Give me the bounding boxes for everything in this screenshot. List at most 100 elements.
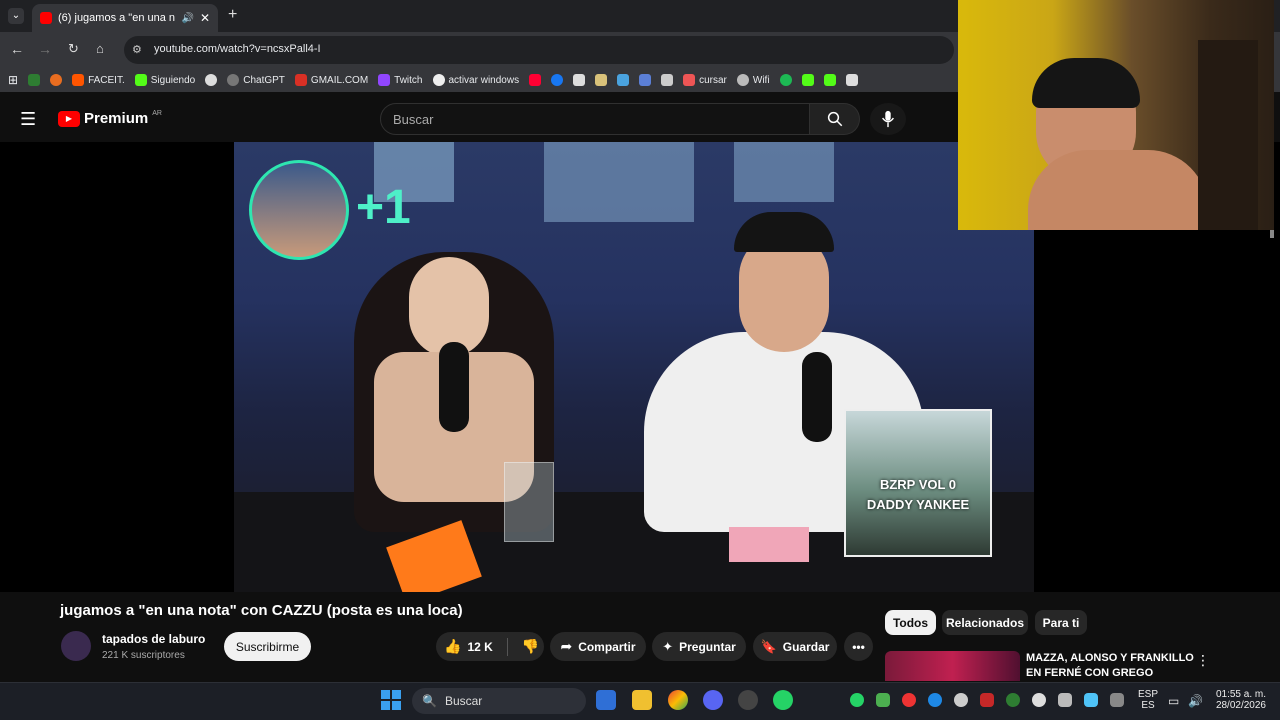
scrollbar-thumb[interactable]	[1270, 230, 1274, 238]
ask-button[interactable]: ✦ Preguntar	[652, 632, 746, 661]
search-button[interactable]	[810, 103, 860, 135]
share-button[interactable]: ➦ Compartir	[550, 632, 646, 661]
tab-close-icon[interactable]: ✕	[200, 11, 210, 25]
reload-icon[interactable]: ↻	[68, 41, 79, 57]
voice-search-button[interactable]	[870, 103, 906, 135]
search-input[interactable]: Buscar	[380, 103, 810, 135]
apps-grid-icon[interactable]: ⊞	[8, 73, 18, 87]
channel-name[interactable]: tapados de laburo	[102, 632, 205, 646]
bookmark-icon[interactable]	[573, 74, 586, 86]
tray-icon[interactable]	[1006, 693, 1020, 707]
more-horizontal-icon: •••	[852, 639, 865, 654]
tray-icon[interactable]	[1032, 693, 1046, 707]
start-icon[interactable]	[381, 690, 401, 710]
whatsapp-icon[interactable]	[773, 690, 793, 710]
store-icon[interactable]	[596, 690, 616, 710]
bookmark-icon[interactable]	[28, 74, 41, 86]
album-line1: BZRP VOL 0	[879, 477, 957, 492]
bookmark-activar-windows[interactable]: activar windows	[432, 74, 519, 86]
x-icon[interactable]	[661, 74, 674, 86]
tray-mic-icon[interactable]	[1084, 693, 1098, 707]
share-label: Compartir	[578, 639, 636, 654]
menu-icon[interactable]: ☰	[20, 109, 36, 130]
tab-audio-icon[interactable]: 🔊	[181, 13, 193, 24]
like-count: 12 K	[467, 639, 493, 654]
tray-steam-icon[interactable]	[954, 693, 968, 707]
thumbs-down-icon: 👎	[521, 638, 540, 654]
forward-icon[interactable]: →	[38, 41, 52, 57]
language-indicator[interactable]: ESP ES	[1138, 689, 1158, 711]
tray-icon[interactable]	[980, 693, 994, 707]
bookmark-icon[interactable]	[845, 74, 858, 86]
pink-box	[729, 527, 809, 562]
taskbar-search[interactable]: 🔍 Buscar	[412, 688, 586, 714]
taskbar-search-label: Buscar	[444, 694, 483, 708]
kick-icon[interactable]	[801, 74, 814, 86]
chrome-icon[interactable]	[668, 690, 688, 710]
background-door	[1198, 40, 1258, 230]
active-tab[interactable]: (6) jugamos a "en una nota 🔊 ✕	[32, 4, 218, 32]
url-text: youtube.com/watch?v=ncsxPall4-I	[154, 43, 321, 55]
discord-icon[interactable]	[703, 690, 723, 710]
streamer-body	[1028, 150, 1208, 230]
chip-todos[interactable]: Todos	[885, 610, 936, 635]
volume-icon[interactable]: 🔊	[1188, 694, 1203, 708]
youtube-logo[interactable]: ▶ Premium AR	[58, 110, 162, 127]
save-label: Guardar	[782, 639, 830, 654]
file-explorer-icon[interactable]	[632, 690, 652, 710]
bookmark-twitch[interactable]: Twitch	[378, 74, 423, 86]
bookmark-icon[interactable]	[551, 74, 564, 86]
channel-avatar[interactable]	[61, 631, 91, 661]
steam-icon[interactable]	[738, 690, 758, 710]
bookmark-wifi[interactable]: Wifi	[736, 74, 770, 86]
clock-time: 01:55 a. m.	[1215, 689, 1266, 700]
new-tab-icon[interactable]: +	[228, 6, 237, 24]
bookmark-faceit[interactable]: FACEIT.	[72, 74, 125, 86]
bookmark-icon[interactable]	[205, 74, 218, 86]
album-line2: DADDY YANKEE	[866, 497, 970, 512]
subscribe-button[interactable]: Suscribirme	[224, 632, 311, 661]
more-actions-button[interactable]: •••	[844, 632, 873, 661]
like-button[interactable]: 👍 12 K	[444, 638, 493, 655]
bookmark-cursar[interactable]: cursar	[683, 74, 727, 86]
tab-list-dropdown-icon[interactable]: ⌄	[8, 8, 24, 24]
microphone	[802, 352, 832, 442]
clock-date: 28/02/2026	[1215, 700, 1266, 711]
bookmark-icon[interactable]	[595, 74, 608, 86]
kick-icon[interactable]	[823, 74, 836, 86]
dislike-button[interactable]: 👎	[522, 638, 539, 655]
album-cover-overlay: BZRP VOL 0 DADDY YANKEE	[844, 409, 992, 557]
tray-icon[interactable]	[1110, 693, 1124, 707]
background-letter-shape	[544, 142, 694, 222]
tray-icon[interactable]	[876, 693, 890, 707]
recommendation-thumbnail[interactable]	[885, 651, 1020, 681]
search-placeholder: Buscar	[393, 112, 434, 127]
subscriber-count: 221 K suscriptores	[102, 650, 185, 661]
clock[interactable]: 01:55 a. m. 28/02/2026	[1214, 689, 1266, 711]
url-field[interactable]: ⚙ youtube.com/watch?v=ncsxPall4-I	[124, 36, 954, 64]
more-vertical-icon[interactable]: ⋮	[1196, 652, 1210, 669]
tray-whatsapp-icon[interactable]	[850, 693, 864, 707]
bookmark-icon[interactable]	[639, 74, 652, 86]
bookmark-icon[interactable]	[529, 74, 542, 86]
chip-relacionados[interactable]: Relacionados	[942, 610, 1028, 635]
video-frame[interactable]: +1 BZRP VOL 0 DADDY YANKEE	[234, 142, 1034, 592]
chip-para-ti[interactable]: Para ti	[1035, 610, 1087, 635]
bluetooth-icon[interactable]	[928, 693, 942, 707]
sparkle-icon: ✦	[662, 638, 674, 654]
bookmark-icon[interactable]	[50, 74, 63, 86]
spotify-icon[interactable]	[779, 74, 792, 86]
bookmark-icon[interactable]	[617, 74, 630, 86]
back-icon[interactable]: ←	[10, 41, 24, 57]
bookmark-chatgpt[interactable]: ChatGPT	[227, 74, 285, 86]
bookmark-gmail[interactable]: GMAIL.COM	[294, 74, 368, 86]
site-info-icon[interactable]: ⚙	[132, 43, 142, 56]
webcam-overlay	[958, 0, 1274, 230]
network-icon[interactable]: ▭	[1168, 694, 1179, 708]
tray-icon[interactable]	[902, 693, 916, 707]
bookmark-siguiendo[interactable]: Siguiendo	[134, 74, 195, 86]
home-icon[interactable]: ⌂	[96, 41, 104, 56]
recommendation-title[interactable]: MAZZA, ALONSO Y FRANKILLO EN FERNÉ CON G…	[1026, 651, 1196, 681]
save-button[interactable]: 🔖 Guardar	[753, 632, 837, 661]
tray-icon[interactable]	[1058, 693, 1072, 707]
